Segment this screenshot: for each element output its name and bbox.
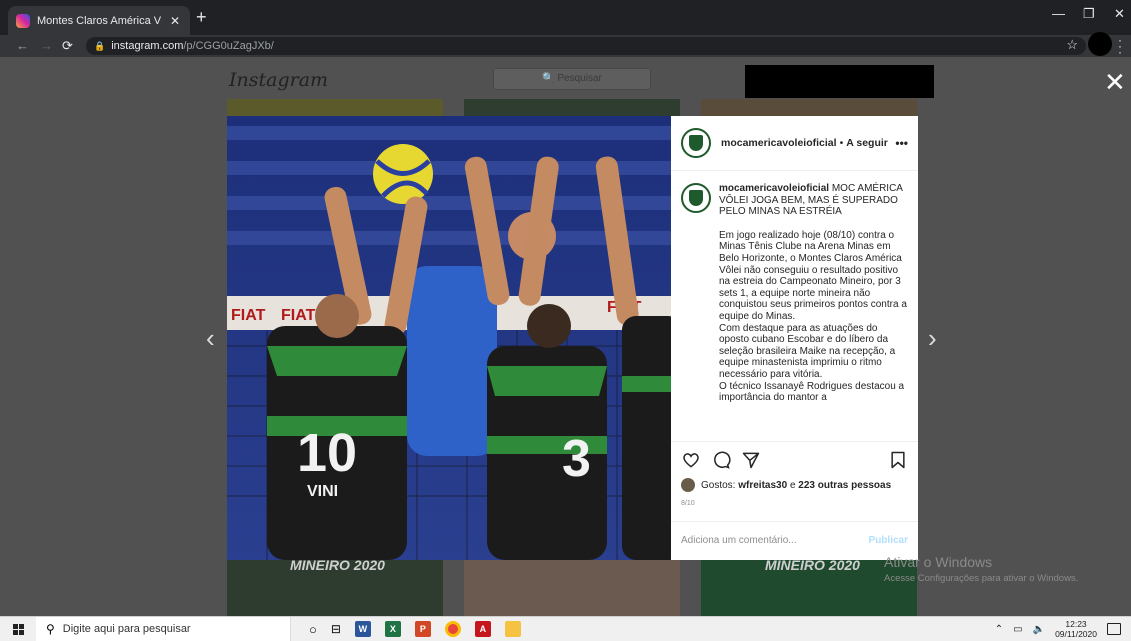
like-heart-icon[interactable] xyxy=(681,450,701,470)
comment-icon[interactable] xyxy=(711,450,731,470)
club-crest-icon xyxy=(689,190,703,206)
caption-area: mocamericavoleioficial MOC AMÉRICA VÔLEI… xyxy=(671,171,918,441)
background-post-tile[interactable] xyxy=(464,560,680,616)
net-brand-text: FIAT xyxy=(231,307,266,324)
caption-username[interactable]: mocamericavoleioficial xyxy=(719,183,829,194)
svg-text:FIAT: FIAT xyxy=(281,307,316,324)
share-icon[interactable] xyxy=(741,450,761,470)
acrobat-icon[interactable]: A xyxy=(474,621,491,637)
task-view-icon[interactable]: ⊟ xyxy=(331,622,341,636)
close-window-button[interactable]: ✕ xyxy=(1114,6,1125,22)
tab-close-icon[interactable]: ✕ xyxy=(168,14,182,28)
back-arrow-icon[interactable]: ← xyxy=(16,38,29,53)
jersey-name-left: VINI xyxy=(307,483,338,500)
cortana-icon[interactable]: ○ xyxy=(309,622,317,637)
tray-chevron-icon[interactable]: ⌃ xyxy=(995,624,1003,635)
excel-icon[interactable]: X xyxy=(384,621,401,637)
search-icon: ⚲ xyxy=(46,622,55,636)
instagram-search-input[interactable]: 🔍 Pesquisar xyxy=(493,68,651,90)
instagram-page: Instagram 🔍 Pesquisar ✕ MINEIRO 2020 MIN… xyxy=(0,57,1131,616)
word-icon[interactable]: W xyxy=(354,621,371,637)
battery-icon[interactable]: ▭ xyxy=(1013,624,1022,635)
tab-title: Montes Claros América Vôlei (@m xyxy=(37,14,161,27)
next-post-arrow-icon[interactable]: › xyxy=(928,323,937,354)
browser-menu-icon[interactable]: · · · xyxy=(1118,34,1122,58)
address-bar[interactable]: 🔒 instagram.com/p/CGG0uZagJXb/ ☆ xyxy=(86,37,1086,55)
header-separator: • xyxy=(839,137,844,149)
windows-taskbar: ⚲ Digite aqui para pesquisar ○ ⊟ W X P A… xyxy=(0,616,1131,641)
account-avatar[interactable] xyxy=(681,128,711,158)
windows-logo-icon xyxy=(12,623,24,635)
jersey-number-right: 3 xyxy=(562,430,591,488)
post-actions: Gostos: wfreitas30 e 223 outras pessoas … xyxy=(671,441,918,559)
taskbar-search[interactable]: ⚲ Digite aqui para pesquisar xyxy=(36,616,291,641)
volume-icon[interactable]: 🔈 xyxy=(1033,624,1045,635)
caption-paragraph: O técnico Issanayê Rodrigues destacou a … xyxy=(719,380,905,404)
lock-icon: 🔒 xyxy=(94,40,106,51)
instagram-logo[interactable]: Instagram xyxy=(229,69,328,91)
powerpoint-icon[interactable]: P xyxy=(414,621,431,637)
new-tab-button[interactable]: + xyxy=(196,8,207,26)
background-post-tile[interactable] xyxy=(701,99,917,117)
instagram-favicon-icon xyxy=(16,13,30,28)
club-crest-icon xyxy=(689,135,703,151)
comment-input-area: Adiciona um comentário... Publicar xyxy=(671,521,918,559)
maximize-button[interactable]: ❐ xyxy=(1083,6,1095,22)
likes-summary: Gostos: wfreitas30 e 223 outras pessoas xyxy=(681,478,908,492)
minimize-button[interactable]: — xyxy=(1052,6,1065,21)
clock-date: 09/11/2020 xyxy=(1055,629,1097,639)
background-post-tile[interactable] xyxy=(464,99,680,117)
likes-text: Gostos: wfreitas30 e 223 outras pessoas xyxy=(701,479,892,491)
more-options-icon[interactable]: ••• xyxy=(895,136,908,150)
following-button[interactable]: A seguir xyxy=(846,137,888,149)
post-header: mocamericavoleioficial • A seguir ••• xyxy=(671,116,918,171)
notification-icon[interactable] xyxy=(1107,623,1121,635)
clock[interactable]: 12:23 09/11/2020 xyxy=(1055,619,1097,639)
post-photo[interactable]: FIAT FIAT FIAT FIAT xyxy=(227,116,671,560)
caption-avatar[interactable] xyxy=(681,183,711,213)
volleyball-photo-illustration: FIAT FIAT FIAT FIAT xyxy=(227,116,671,560)
chrome-icon[interactable] xyxy=(444,621,461,637)
caption-paragraph: Com destaque para as atuações do oposto … xyxy=(719,322,896,380)
url-text: instagram.com/p/CGG0uZagJXb/ xyxy=(111,40,274,52)
forward-arrow-icon[interactable]: → xyxy=(40,38,53,53)
windows-activation-title: Ativar o Windows xyxy=(884,554,993,570)
clock-time: 12:23 xyxy=(1065,619,1087,629)
close-modal-icon[interactable]: ✕ xyxy=(1104,69,1126,95)
redacted-region xyxy=(745,65,934,98)
reload-icon[interactable]: ⟳ xyxy=(62,38,73,54)
start-button[interactable] xyxy=(0,623,36,635)
browser-tabstrip: Montes Claros América Vôlei (@m ✕ + — ❐ … xyxy=(0,0,1131,35)
action-icons-row xyxy=(681,442,908,478)
bookmark-star-icon[interactable]: ☆ xyxy=(1066,37,1078,53)
taskbar-search-input[interactable]: Digite aqui para pesquisar xyxy=(63,623,191,635)
post-username[interactable]: mocamericavoleioficial xyxy=(721,137,837,149)
caption-paragraph: Em jogo realizado hoje (08/10) contra o … xyxy=(719,229,907,322)
post-side-panel: mocamericavoleioficial • A seguir ••• mo… xyxy=(671,116,918,560)
profile-avatar[interactable] xyxy=(1088,32,1112,56)
caption-text: mocamericavoleioficial MOC AMÉRICA VÔLEI… xyxy=(719,183,908,441)
windows-activation-subtitle: Acesse Configurações para ativar o Windo… xyxy=(884,573,1079,584)
taskbar-apps: ○ ⊟ W X P A xyxy=(309,621,521,637)
post-date[interactable]: 8/10 xyxy=(681,500,908,507)
system-tray: ⌃ ▭ 🔈 12:23 09/11/2020 xyxy=(995,619,1131,639)
browser-tab[interactable]: Montes Claros América Vôlei (@m ✕ xyxy=(8,6,190,35)
liker-avatar[interactable] xyxy=(681,478,695,492)
publish-button[interactable]: Publicar xyxy=(869,535,908,546)
browser-toolbar: ← → ⟳ 🔒 instagram.com/p/CGG0uZagJXb/ ☆ xyxy=(0,35,1131,57)
save-bookmark-icon[interactable] xyxy=(888,450,908,470)
jersey-number-left: 10 xyxy=(297,423,357,483)
background-post-tile[interactable] xyxy=(227,99,443,117)
comment-input[interactable]: Adiciona um comentário... xyxy=(681,535,869,546)
file-explorer-icon[interactable] xyxy=(504,621,521,637)
previous-post-arrow-icon[interactable]: ‹ xyxy=(206,323,215,354)
